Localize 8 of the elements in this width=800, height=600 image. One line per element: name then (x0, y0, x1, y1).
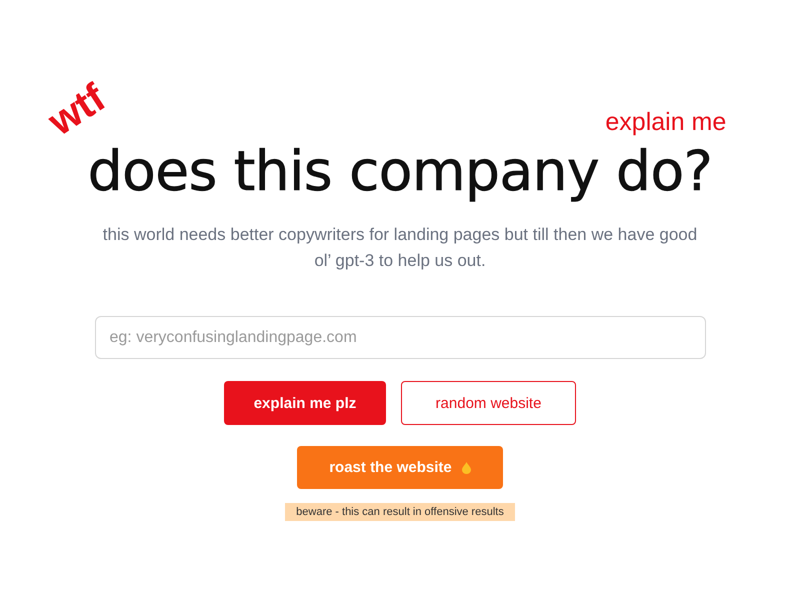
tagline: explain me (605, 108, 726, 136)
url-field[interactable]: eg: veryconfusinglandingpage.com (94, 316, 706, 359)
warning-note: beware - this can result in offensive results (285, 503, 515, 521)
random-website-button[interactable]: random website (401, 381, 576, 425)
roast-button[interactable]: roast the website (297, 446, 503, 489)
explain-button[interactable]: explain me plz (224, 381, 386, 425)
subtitle: this world needs better copywriters for landing pages but till then we have good ol’ gpt-3 to help us out. (102, 224, 698, 272)
flame-icon (462, 462, 471, 474)
